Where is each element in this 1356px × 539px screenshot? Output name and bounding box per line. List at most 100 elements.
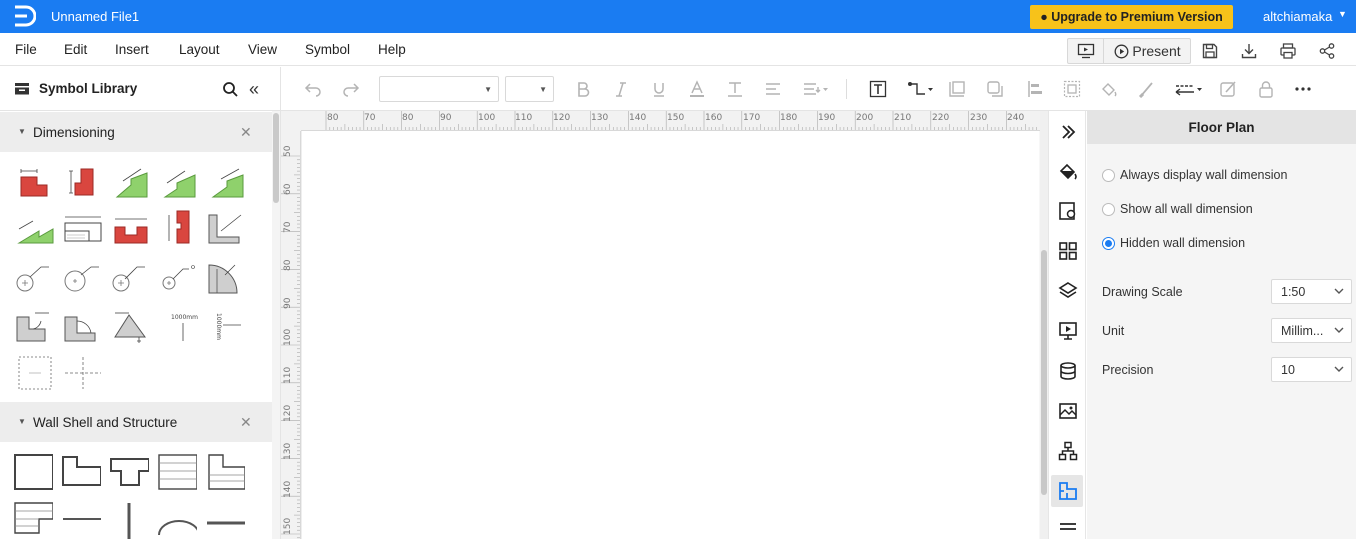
symbol-wall-arc[interactable] xyxy=(157,501,197,539)
fill-bucket-icon[interactable] xyxy=(1100,80,1118,98)
search-icon[interactable] xyxy=(222,81,239,98)
symbol-wall-square-room[interactable] xyxy=(13,453,53,491)
radio-show-all-wall-dimension[interactable]: Show all wall dimension xyxy=(1102,201,1253,217)
symbol-dimension-circle-3[interactable] xyxy=(111,259,151,297)
unit-select[interactable]: Millim... xyxy=(1271,318,1352,343)
menu-view[interactable]: View xyxy=(248,42,277,57)
symbol-dimension-green-step[interactable] xyxy=(159,163,199,201)
symbol-dimension-gray-triangle[interactable] xyxy=(111,307,151,345)
download-icon[interactable] xyxy=(1240,42,1258,60)
radio-button[interactable] xyxy=(1102,168,1115,182)
symbol-dimension-1000mm-vertical[interactable]: 1000mm xyxy=(207,307,247,345)
radio-button[interactable] xyxy=(1102,202,1115,216)
text-style-icon[interactable] xyxy=(726,80,744,98)
category-header-dimensioning[interactable]: ▼ Dimensioning ✕ xyxy=(0,112,272,152)
user-name[interactable]: altchiamaka xyxy=(1263,9,1332,24)
user-menu-caret-icon[interactable]: ▼ xyxy=(1338,9,1347,19)
save-icon[interactable] xyxy=(1201,42,1219,60)
symbol-dimension-green-angle[interactable] xyxy=(207,163,247,201)
collapse-library-icon[interactable]: « xyxy=(249,79,259,100)
underline-icon[interactable] xyxy=(650,80,668,98)
menu-layout[interactable]: Layout xyxy=(179,42,220,57)
group-icon[interactable] xyxy=(1063,80,1081,98)
image-icon[interactable] xyxy=(1058,401,1078,421)
close-icon[interactable]: ✕ xyxy=(240,414,252,431)
menu-help[interactable]: Help xyxy=(378,42,406,57)
symbol-dimension-gray-angle[interactable] xyxy=(207,209,247,247)
symbol-dimension-red-notch[interactable] xyxy=(111,209,151,247)
upgrade-premium-button[interactable]: ● Upgrade to Premium Version xyxy=(1030,5,1233,29)
symbol-dimension-circle-1[interactable] xyxy=(15,259,55,297)
page-setup-icon[interactable] xyxy=(1058,201,1078,221)
presentation-screen-button[interactable] xyxy=(1068,39,1104,63)
font-color-icon[interactable] xyxy=(688,80,706,98)
radio-hidden-wall-dimension[interactable]: Hidden wall dimension xyxy=(1102,235,1245,251)
connector-icon[interactable] xyxy=(907,80,935,98)
redo-icon[interactable] xyxy=(342,80,360,98)
symbol-dimension-red-l[interactable] xyxy=(15,163,55,201)
share-icon[interactable] xyxy=(1318,42,1336,60)
drawing-page[interactable] xyxy=(301,131,1039,539)
symbol-dimension-green-diagonal[interactable] xyxy=(15,209,55,247)
radio-button-selected[interactable] xyxy=(1102,236,1115,250)
shadow-icon[interactable] xyxy=(986,80,1004,98)
symbol-dimension-dashed-box[interactable] xyxy=(15,355,55,393)
layers-icon[interactable] xyxy=(1058,281,1078,301)
print-icon[interactable] xyxy=(1279,42,1297,60)
symbol-wall-vertical-segment[interactable] xyxy=(109,501,149,539)
menu-edit[interactable]: Edit xyxy=(64,42,87,57)
symbol-dimension-quarter-arc[interactable] xyxy=(207,259,247,297)
symbol-dimension-red-column[interactable] xyxy=(159,209,199,247)
precision-select[interactable]: 10 xyxy=(1271,357,1352,382)
font-size-select[interactable]: ▼ xyxy=(505,76,554,102)
category-header-wall-shell[interactable]: ▼ Wall Shell and Structure ✕ xyxy=(0,402,272,442)
symbol-dimension-1000mm-horizontal[interactable]: 1000mm xyxy=(159,307,199,345)
symbol-dimension-wall-outline[interactable] xyxy=(63,209,103,247)
fill-style-icon[interactable] xyxy=(1058,161,1078,181)
undo-icon[interactable] xyxy=(304,80,322,98)
italic-icon[interactable] xyxy=(612,80,630,98)
symbol-dimension-circle-2[interactable] xyxy=(63,259,103,297)
symbol-wall-step-room[interactable] xyxy=(205,453,245,491)
line-spacing-icon[interactable] xyxy=(802,80,830,98)
lock-icon[interactable] xyxy=(1257,80,1275,98)
container-icon[interactable] xyxy=(948,80,966,98)
font-family-select[interactable]: ▼ xyxy=(379,76,499,102)
table-icon[interactable] xyxy=(1058,521,1078,539)
symbol-dimension-circle-4[interactable] xyxy=(159,259,199,297)
layout-grid-icon[interactable] xyxy=(1058,241,1078,261)
presentation-icon[interactable] xyxy=(1058,321,1078,341)
org-chart-icon[interactable] xyxy=(1058,441,1078,461)
menu-symbol[interactable]: Symbol xyxy=(305,42,350,57)
floor-plan-icon[interactable] xyxy=(1058,481,1078,501)
symbol-dimension-gray-l-2[interactable] xyxy=(63,307,103,345)
align-objects-icon[interactable] xyxy=(1026,80,1044,98)
edit-shape-icon[interactable] xyxy=(1219,80,1237,98)
close-icon[interactable]: ✕ xyxy=(240,124,252,141)
present-button[interactable]: Present xyxy=(1105,39,1190,63)
symbol-dimension-crosshair[interactable] xyxy=(63,355,103,393)
line-brush-icon[interactable] xyxy=(1138,80,1156,98)
arrow-style-icon[interactable] xyxy=(1174,80,1204,98)
text-box-icon[interactable] xyxy=(869,80,887,98)
drawing-scale-select[interactable]: 1:50 xyxy=(1271,279,1352,304)
app-logo-icon[interactable] xyxy=(12,5,36,27)
symbol-dimension-green-slope[interactable] xyxy=(111,163,151,201)
symbol-wall-segment[interactable] xyxy=(61,501,101,539)
menu-insert[interactable]: Insert xyxy=(115,42,149,57)
menu-file[interactable]: File xyxy=(15,42,37,57)
file-title[interactable]: Unnamed File1 xyxy=(51,9,139,24)
bold-icon[interactable] xyxy=(574,80,592,98)
symbol-wall-stairs[interactable] xyxy=(13,501,53,539)
canvas-scrollbar-thumb[interactable] xyxy=(1041,250,1047,495)
symbol-wall-thick-segment[interactable] xyxy=(205,501,245,539)
symbol-wall-t-room[interactable] xyxy=(109,453,149,491)
symbol-wall-l-room[interactable] xyxy=(61,453,101,491)
symbol-wall-lined-room[interactable] xyxy=(157,453,197,491)
library-scrollbar-thumb[interactable] xyxy=(273,113,279,203)
radio-always-display-wall-dimension[interactable]: Always display wall dimension xyxy=(1102,167,1287,183)
database-icon[interactable] xyxy=(1058,361,1078,381)
symbol-dimension-red-block[interactable] xyxy=(63,163,103,201)
align-icon[interactable] xyxy=(764,80,782,98)
symbol-dimension-gray-l-1[interactable] xyxy=(15,307,55,345)
